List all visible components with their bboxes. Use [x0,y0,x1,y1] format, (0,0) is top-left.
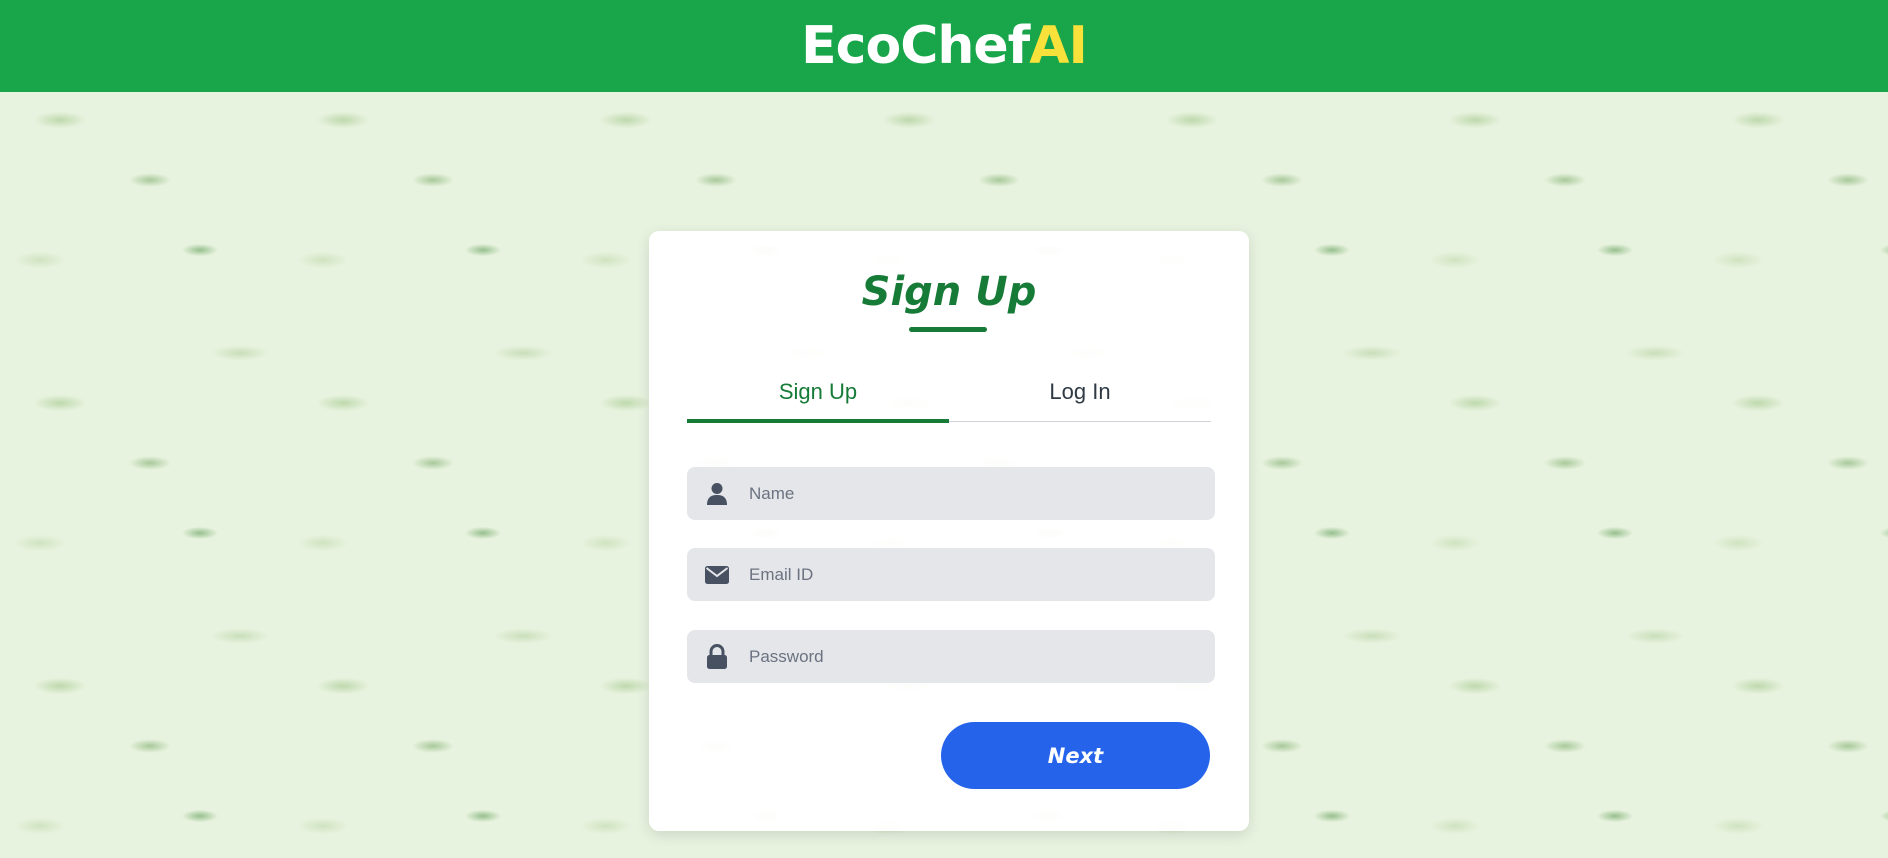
envelope-icon [687,565,747,585]
brand-logo[interactable]: EcoChefAI [801,20,1088,72]
tab-log-in[interactable]: Log In [949,363,1211,421]
next-button[interactable]: Next [941,722,1210,789]
lock-icon [687,643,747,670]
name-field [687,467,1215,520]
user-icon [687,482,747,506]
top-header: EcoChefAI [0,0,1888,92]
tab-sign-up[interactable]: Sign Up [687,363,949,423]
name-input[interactable] [747,472,1191,515]
brand-accent: AI [1029,16,1088,76]
password-input[interactable] [747,635,1191,678]
title-underline [909,327,987,332]
brand-name: EcoChef [801,16,1030,76]
auth-tabs: Sign Up Log In [687,363,1211,423]
card-title: Sign Up [861,269,1037,315]
email-field [687,548,1215,601]
email-input[interactable] [747,553,1191,596]
password-field [687,630,1215,683]
signup-card: Sign Up Sign Up Log In Name Email ID Nex… [649,231,1249,831]
